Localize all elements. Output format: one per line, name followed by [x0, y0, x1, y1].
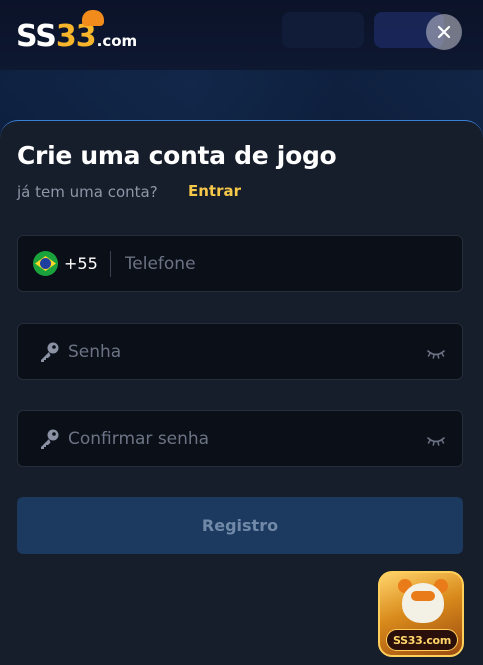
confirm-password-field[interactable]: [17, 410, 463, 467]
brazil-flag-icon[interactable]: [33, 251, 58, 276]
phone-divider: [109, 250, 111, 277]
promo-floating-badge[interactable]: SS33.com: [378, 571, 464, 657]
tiger-mascot-icon: [402, 583, 444, 623]
password-field[interactable]: [17, 323, 463, 380]
brand-logo: SS33 .com: [16, 10, 138, 54]
key-icon: [38, 341, 60, 363]
phone-field[interactable]: +55: [17, 235, 463, 292]
tiger-mascot-icon: [82, 10, 104, 26]
phone-input[interactable]: [124, 236, 462, 291]
eye-closed-icon[interactable]: [426, 432, 446, 446]
logo-suffix: .com: [96, 32, 138, 50]
logo-main: SS: [16, 19, 57, 54]
promo-badge-label: SS33.com: [386, 629, 458, 651]
modal-subtitle: já tem uma conta?: [17, 183, 158, 201]
country-code[interactable]: +55: [64, 254, 98, 273]
eye-closed-icon[interactable]: [426, 345, 446, 359]
logo-text: SS33: [16, 19, 97, 54]
close-button[interactable]: [426, 14, 462, 50]
confirm-password-input[interactable]: [68, 411, 426, 466]
password-input[interactable]: [68, 324, 426, 379]
login-link[interactable]: Entrar: [188, 182, 241, 200]
register-button[interactable]: Registro: [17, 497, 463, 554]
close-icon: [437, 25, 451, 39]
modal-title: Crie uma conta de jogo: [17, 141, 337, 170]
key-icon: [38, 428, 60, 450]
